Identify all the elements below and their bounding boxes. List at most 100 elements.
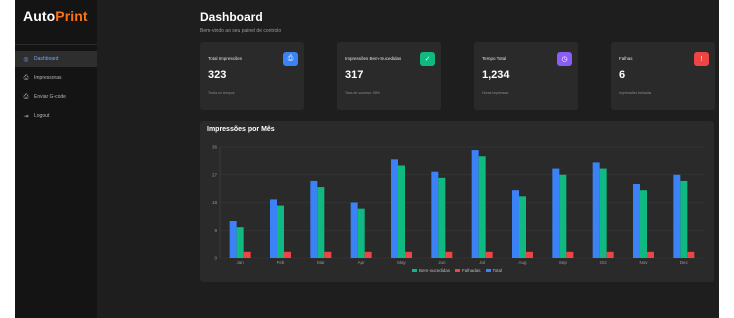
bar-total-jul: [471, 150, 479, 258]
x-tick-label: Dec: [680, 260, 689, 265]
bar-total-nov: [633, 184, 640, 258]
bar-falhadas-jun: [445, 251, 453, 258]
y-tick-label: 36: [212, 145, 218, 150]
logout-icon: ⇥: [23, 113, 29, 120]
sidebar-item-label: Enviar G-code: [34, 94, 66, 100]
app-logo[interactable]: AutoPrint: [23, 8, 88, 24]
sidebar-divider: [15, 44, 97, 45]
chart-panel: Impressões por Mês 0 9 18 27 36 Jan Feb Mar Apr M…: [200, 121, 714, 282]
clock-icon: ◷: [557, 52, 572, 66]
y-tick-label: 27: [212, 172, 218, 177]
bar-bem-sucedidas-apr: [357, 208, 365, 258]
card-value: 6: [619, 69, 626, 81]
sidebar-item-impressoras[interactable]: ⎙ Impressoras: [15, 70, 97, 86]
bar-chart: 0 9 18 27 36 Jan Feb Mar Apr May Jun Jul Aug Sep Oct No…: [212, 145, 704, 265]
dashboard-icon: ◎: [23, 56, 29, 63]
card-label: Impressões Bem-Sucedidas: [345, 56, 402, 61]
stat-card-success: Impressões Bem-Sucedidas ✓ 317 Taxa de s…: [337, 42, 441, 110]
printer-icon: ⎙: [283, 52, 298, 66]
bar-total-feb: [270, 199, 277, 258]
bar-bem-sucedidas-nov: [640, 190, 647, 258]
card-value: 323: [208, 69, 227, 81]
logo-text-print: Print: [55, 8, 88, 24]
sidebar-item-label: Logout: [34, 113, 50, 119]
main-content: Dashboard Bem-vindo ao seu painel de con…: [97, 0, 719, 318]
bar-bem-sucedidas-jun: [438, 177, 446, 258]
x-tick-label: Aug: [518, 260, 527, 265]
bar-falhadas-nov: [647, 251, 654, 258]
legend-item-bem-sucedidas[interactable]: Bem-sucedidas: [411, 268, 450, 273]
bar-bem-sucedidas-may: [398, 165, 405, 258]
card-subtext: Todos os tempos: [208, 91, 235, 95]
x-tick-label: Sep: [559, 260, 568, 265]
bar-bem-sucedidas-mar: [317, 187, 325, 258]
bar-falhadas-may: [405, 251, 412, 258]
bar-bem-sucedidas-feb: [277, 205, 284, 258]
x-tick-label: Feb: [277, 260, 285, 265]
card-subtext: Impressões falhadas: [619, 91, 652, 95]
stat-card-failures: Falhas ! 6 Impressões falhadas: [611, 42, 715, 110]
legend-swatch: [485, 269, 491, 272]
bar-falhadas-mar: [324, 251, 332, 258]
x-tick-label: Apr: [358, 260, 366, 265]
chart-legend: Bem-sucedidas Falhadas Total: [200, 268, 714, 273]
bar-falhadas-apr: [364, 251, 372, 258]
card-value: 317: [345, 69, 364, 81]
alert-icon: !: [694, 52, 709, 66]
x-tick-label: Mar: [317, 260, 325, 265]
legend-item-falhadas[interactable]: Falhadas: [454, 268, 481, 273]
y-tick-label: 0: [214, 256, 217, 261]
legend-item-total[interactable]: Total: [485, 268, 503, 273]
x-tick-label: Jun: [438, 260, 446, 265]
bar-total-oct: [592, 162, 600, 258]
page-title: Dashboard: [200, 10, 263, 24]
bar-falhadas-aug: [526, 251, 533, 258]
x-tick-label: Jul: [479, 260, 485, 265]
card-label: Falhas: [619, 56, 633, 61]
bar-bem-sucedidas-sep: [559, 174, 567, 258]
legend-swatch: [411, 269, 417, 272]
bar-total-sep: [552, 168, 560, 258]
x-tick-label: May: [397, 260, 406, 265]
y-tick-label: 18: [212, 200, 218, 205]
sidebar-item-logout[interactable]: ⇥ Logout: [15, 108, 97, 124]
bar-total-may: [391, 159, 398, 258]
bar-falhadas-sep: [566, 251, 574, 258]
card-value: 1,234: [482, 69, 510, 81]
legend-label: Falhadas: [461, 268, 481, 273]
legend-label: Bem-sucedidas: [418, 268, 450, 273]
x-tick-label: Oct: [600, 260, 608, 265]
sidebar-item-dashboard[interactable]: ◎ Dashboard: [15, 51, 97, 67]
bar-bem-sucedidas-aug: [519, 196, 526, 258]
legend-label: Total: [492, 268, 503, 273]
bar-falhadas-feb: [284, 251, 291, 258]
legend-swatch: [454, 269, 460, 272]
card-subtext: Taxa de sucesso: 98%: [345, 91, 381, 95]
bar-falhadas-jul: [485, 251, 493, 258]
bar-bem-sucedidas-dec: [680, 180, 688, 258]
bar-total-apr: [350, 202, 358, 258]
card-label: Total Impressões: [208, 56, 243, 61]
logo-text-auto: Auto: [23, 8, 56, 24]
sidebar-item-enviar-gcode[interactable]: ⎙ Enviar G-code: [15, 89, 97, 105]
x-tick-label: Jan: [237, 260, 245, 265]
sidebar: AutoPrint ◎ Dashboard ⎙ Impressoras ⎙ En…: [15, 0, 97, 318]
sidebar-item-label: Dashboard: [34, 56, 59, 62]
app-window: AutoPrint ◎ Dashboard ⎙ Impressoras ⎙ En…: [15, 0, 719, 318]
stat-card-time: Tempo Total ◷ 1,234 Horas impressas: [474, 42, 578, 110]
bar-total-jun: [431, 171, 439, 258]
bar-total-aug: [512, 190, 519, 258]
bar-total-mar: [310, 180, 318, 258]
printer-icon: ⎙: [23, 74, 29, 81]
bar-bem-sucedidas-jan: [236, 227, 244, 258]
card-label: Tempo Total: [482, 56, 507, 61]
card-subtext: Horas impressas: [482, 91, 509, 95]
bar-bem-sucedidas-oct: [599, 168, 607, 258]
bar-total-dec: [673, 174, 681, 258]
bar-total-jan: [229, 221, 237, 258]
check-icon: ✓: [420, 52, 435, 66]
y-tick-label: 9: [214, 228, 217, 233]
sidebar-item-label: Impressoras: [34, 75, 62, 81]
stat-card-total: Total Impressões ⎙ 323 Todos os tempos: [200, 42, 304, 110]
bar-bem-sucedidas-jul: [478, 156, 486, 258]
